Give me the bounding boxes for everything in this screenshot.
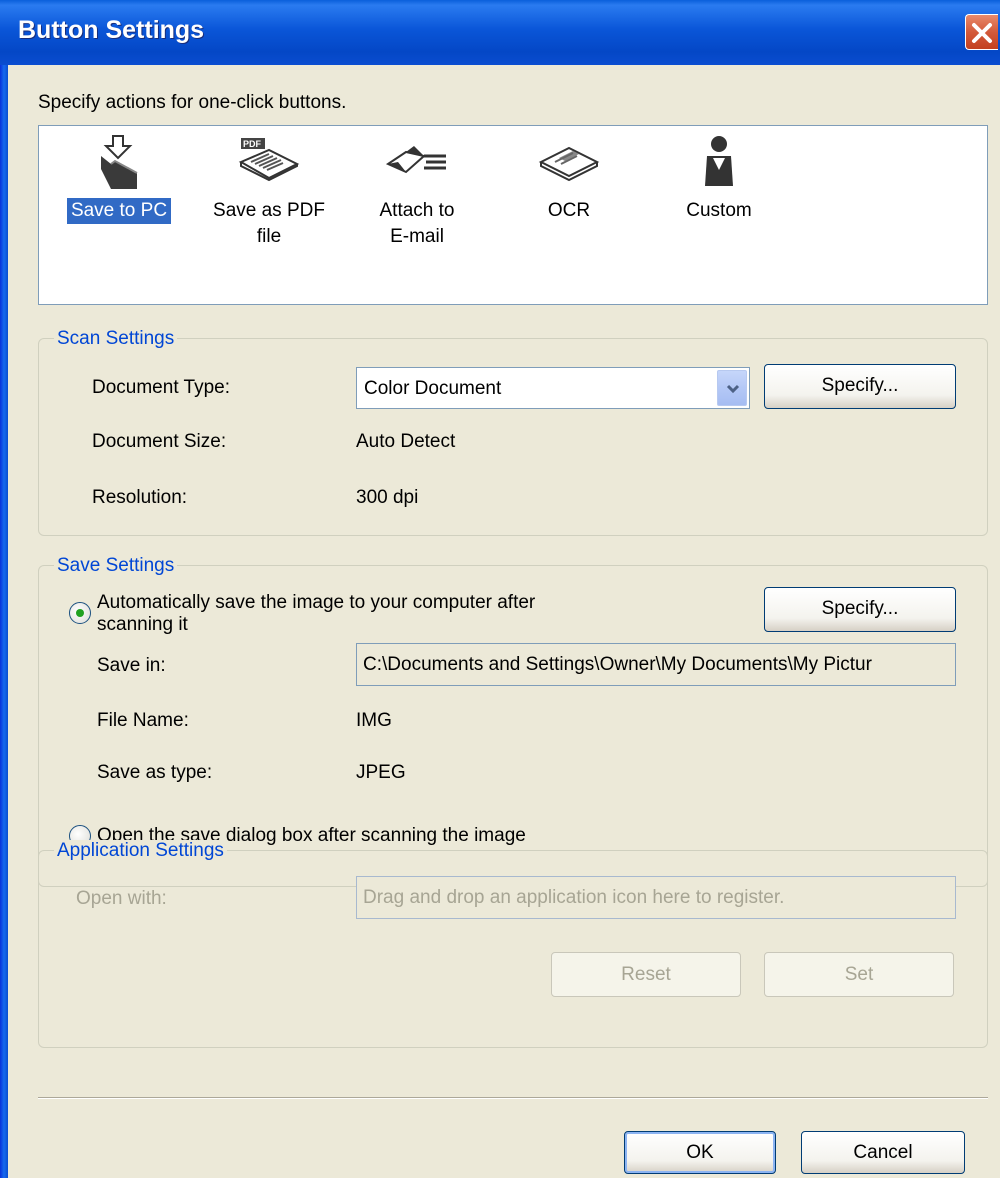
- open-with-label: Open with:: [76, 888, 167, 909]
- auto-save-label[interactable]: Automatically save the image to your com…: [97, 592, 535, 636]
- auto-save-label-line2: scanning it: [97, 614, 188, 635]
- save-in-field[interactable]: C:\Documents and Settings\Owner\My Docum…: [356, 643, 956, 686]
- application-settings-legend: Application Settings: [54, 840, 227, 862]
- set-button[interactable]: Set: [764, 952, 954, 997]
- intro-text: Specify actions for one-click buttons.: [38, 92, 347, 113]
- chevron-down-icon: [726, 384, 740, 394]
- button-label: Reset: [621, 964, 671, 985]
- auto-save-label-line1: Automatically save the image to your com…: [97, 592, 536, 613]
- save-type-value: JPEG: [356, 762, 406, 783]
- application-drop-field[interactable]: Drag and drop an application icon here t…: [356, 876, 956, 919]
- dropdown-button[interactable]: [717, 370, 747, 406]
- action-ocr[interactable]: OCR: [509, 134, 629, 224]
- reset-button[interactable]: Reset: [551, 952, 741, 997]
- radio-selected-dot: [76, 609, 84, 617]
- window-border: [0, 65, 8, 1178]
- button-label: Set: [844, 964, 874, 985]
- resolution-label: Resolution:: [92, 487, 188, 508]
- save-type-label: Save as type:: [97, 762, 213, 783]
- document-size-label: Document Size:: [92, 431, 227, 452]
- document-type-value: Color Document: [364, 378, 502, 399]
- auto-save-radio[interactable]: [69, 602, 91, 624]
- email-icon: [385, 146, 446, 174]
- footer-separator: [38, 1097, 988, 1099]
- save-to-pc-icon: [101, 135, 138, 189]
- svg-text:PDF: PDF: [243, 139, 262, 149]
- action-label: Save to PC: [66, 198, 172, 224]
- action-label-line2: file: [256, 226, 282, 247]
- window-title: Button Settings: [18, 16, 205, 44]
- resolution-value: 300 dpi: [356, 487, 419, 508]
- document-type-select[interactable]: Color Document: [356, 367, 750, 409]
- scan-settings-legend: Scan Settings: [54, 328, 178, 350]
- action-label-line2: E-mail: [390, 226, 444, 247]
- action-label: Custom: [686, 200, 752, 221]
- action-list: Save to PC PDF Save as PDF file Attach t…: [38, 125, 988, 305]
- action-custom[interactable]: Custom: [659, 134, 779, 224]
- action-label-line1: Save as PDF: [213, 200, 325, 221]
- close-icon: [972, 23, 992, 43]
- action-label-line1: Attach to: [379, 200, 455, 221]
- cancel-button[interactable]: Cancel: [801, 1131, 965, 1174]
- close-button[interactable]: [965, 14, 998, 50]
- custom-person-icon: [705, 136, 733, 186]
- action-save-to-pc[interactable]: Save to PC: [59, 134, 179, 224]
- ocr-icon: [538, 146, 600, 182]
- save-specify-button[interactable]: Specify...: [764, 587, 956, 632]
- title-bar[interactable]: Button Settings: [0, 0, 1000, 65]
- button-label: Specify...: [821, 598, 899, 619]
- ok-button[interactable]: OK: [624, 1131, 776, 1174]
- scan-specify-button[interactable]: Specify...: [764, 364, 956, 409]
- action-attach-email[interactable]: Attach to E-mail: [357, 134, 477, 250]
- save-settings-legend: Save Settings: [54, 555, 178, 577]
- action-save-as-pdf[interactable]: PDF Save as PDF file: [199, 134, 339, 250]
- file-name-value: IMG: [356, 710, 392, 731]
- file-name-label: File Name:: [97, 710, 189, 731]
- document-type-label: Document Type:: [92, 377, 231, 398]
- document-size-value: Auto Detect: [356, 431, 456, 452]
- action-label: OCR: [547, 200, 591, 221]
- button-label: Cancel: [853, 1142, 913, 1163]
- pdf-icon: PDF: [238, 138, 300, 182]
- save-in-label: Save in:: [97, 655, 166, 676]
- button-label: Specify...: [821, 375, 899, 396]
- button-label: OK: [686, 1142, 714, 1163]
